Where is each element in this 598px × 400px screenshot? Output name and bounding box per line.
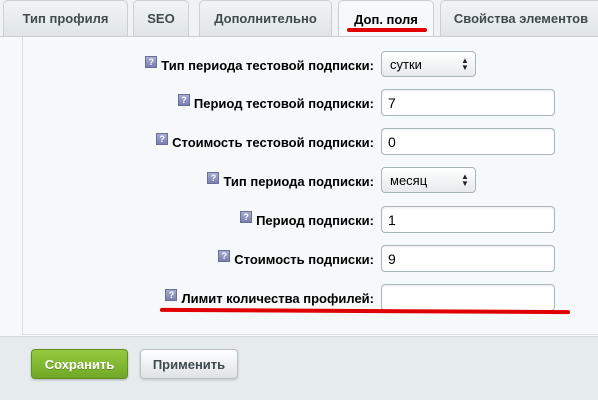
tab-profile-type[interactable]: Тип профиля (3, 0, 128, 36)
tab-extra-fields[interactable]: Доп. поля (338, 0, 434, 38)
help-icon[interactable]: ? (156, 133, 169, 145)
form-footer: Сохранить Применить (0, 336, 598, 400)
tab-seo[interactable]: SEO (133, 0, 189, 36)
row-trial-cost: ? Стоимость тестовой подписки: (0, 128, 598, 156)
tab-bar: Тип профиля SEO Дополнительно Доп. поля … (0, 0, 598, 38)
help-icon[interactable]: ? (218, 250, 231, 262)
trial-period-input[interactable] (381, 89, 555, 116)
trial-period-type-label-text: Тип периода тестовой подписки: (161, 57, 374, 73)
trial-cost-input[interactable] (381, 128, 555, 155)
row-period: ? Период подписки: (0, 206, 598, 234)
active-tab-highlight-underline (347, 28, 427, 32)
cost-input[interactable] (381, 245, 555, 272)
help-icon[interactable]: ? (177, 94, 190, 106)
period-type-select[interactable]: месяц ▲ ▼ (381, 167, 476, 193)
row-cost: ? Стоимость подписки: (0, 245, 598, 273)
period-type-label: ? Тип периода подписки: (207, 167, 374, 195)
trial-period-label: ? Период тестовой подписки: (177, 89, 374, 117)
trial-period-type-select[interactable]: сутки ▲ ▼ (381, 51, 476, 77)
tab-element-properties[interactable]: Свойства элементов (440, 0, 598, 36)
period-type-value: месяц (390, 172, 428, 188)
period-type-label-text: Тип периода подписки: (223, 173, 374, 189)
trial-period-label-text: Период тестовой подписки: (193, 95, 374, 111)
trial-period-type-value: сутки (390, 56, 422, 72)
trial-cost-label-text: Стоимость тестовой подписки: (172, 134, 374, 150)
select-arrows-icon: ▲ ▼ (461, 172, 469, 188)
save-button[interactable]: Сохранить (31, 349, 128, 379)
trial-period-type-label: ? Тип периода тестовой подписки: (145, 51, 374, 79)
row-trial-period-type: ? Тип периода тестовой подписки: сутки ▲… (0, 51, 598, 79)
help-icon[interactable]: ? (207, 172, 220, 184)
period-input[interactable] (381, 206, 555, 233)
apply-button[interactable]: Применить (140, 349, 238, 379)
period-label-text: Период подписки: (256, 212, 374, 228)
help-icon[interactable]: ? (165, 289, 178, 301)
tab-additional[interactable]: Дополнительно (199, 0, 332, 36)
row-period-type: ? Тип периода подписки: месяц ▲ ▼ (0, 167, 598, 195)
profile-limit-label-text: Лимит количества профилей: (181, 290, 374, 306)
help-icon[interactable]: ? (240, 211, 253, 223)
help-icon[interactable]: ? (145, 56, 158, 68)
row-trial-period: ? Период тестовой подписки: (0, 89, 598, 117)
form-panel: ? Тип периода тестовой подписки: сутки ▲… (0, 36, 598, 336)
period-label: ? Период подписки: (240, 206, 374, 234)
cost-label: ? Стоимость подписки: (218, 245, 374, 273)
trial-cost-label: ? Стоимость тестовой подписки: (156, 128, 374, 156)
profile-limit-input[interactable] (381, 284, 555, 311)
cost-label-text: Стоимость подписки: (234, 251, 374, 267)
select-arrows-icon: ▲ ▼ (461, 56, 469, 72)
